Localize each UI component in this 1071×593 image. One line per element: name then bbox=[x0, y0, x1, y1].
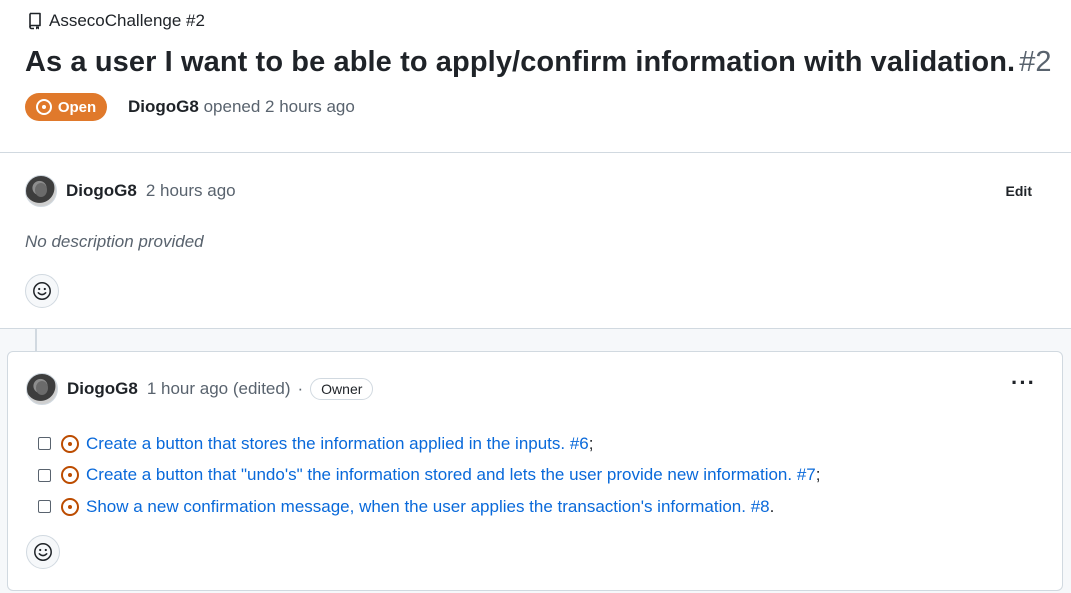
issue-open-icon bbox=[35, 99, 52, 115]
task-item: Create a button that "undo's" the inform… bbox=[38, 460, 820, 492]
owner-badge: Owner bbox=[310, 378, 374, 400]
comment-author-link[interactable]: DiogoG8 bbox=[66, 181, 137, 201]
comment-timestamp[interactable]: 1 hour ago (edited) bbox=[147, 379, 291, 399]
meta-separator: · bbox=[297, 379, 304, 398]
issue-open-icon bbox=[61, 466, 79, 485]
opened-text: opened 2 hours ago bbox=[203, 97, 355, 116]
issue-state-row: Open DiogoG8 opened 2 hours ago bbox=[25, 93, 355, 121]
task-issue-link[interactable]: Create a button that stores the informat… bbox=[86, 434, 589, 454]
repo-icon bbox=[29, 12, 41, 30]
task-suffix: ; bbox=[815, 465, 821, 485]
status-badge: Open bbox=[25, 93, 107, 121]
issue-title-text: As a user I want to be able to apply/con… bbox=[25, 46, 1016, 78]
add-reaction-button[interactable] bbox=[25, 274, 59, 308]
repo-breadcrumb[interactable]: AssecoChallenge #2 bbox=[27, 10, 205, 32]
task-checkbox[interactable] bbox=[38, 500, 51, 514]
task-item: Create a button that stores the informat… bbox=[38, 428, 820, 460]
task-checkbox[interactable] bbox=[38, 468, 51, 482]
add-reaction-button[interactable] bbox=[26, 535, 60, 569]
issue-author-link[interactable]: DiogoG8 bbox=[128, 97, 199, 116]
issue-meta: DiogoG8 opened 2 hours ago bbox=[128, 97, 355, 117]
timeline-connector bbox=[35, 329, 37, 351]
task-suffix: . bbox=[769, 496, 775, 516]
status-label: Open bbox=[57, 98, 97, 116]
smiley-icon bbox=[34, 543, 52, 561]
kebab-horizontal-icon[interactable]: ··· bbox=[1011, 372, 1036, 394]
repo-name[interactable]: AssecoChallenge #2 bbox=[49, 11, 205, 31]
task-item: Show a new confirmation message, when th… bbox=[38, 491, 820, 523]
issue-body-comment: DiogoG8 2 hours ago Edit No description … bbox=[0, 153, 1071, 329]
comment-body: No description provided bbox=[25, 232, 204, 251]
task-issue-link[interactable]: Create a button that "undo's" the inform… bbox=[86, 465, 816, 485]
task-suffix: ; bbox=[588, 433, 594, 453]
issue-open-icon bbox=[61, 497, 79, 516]
issue-number: #2 bbox=[1019, 46, 1052, 78]
comment-header: DiogoG8 1 hour ago (edited) · Owner bbox=[26, 373, 374, 405]
timeline-comment: DiogoG8 1 hour ago (edited) · Owner ··· … bbox=[7, 351, 1063, 591]
avatar[interactable] bbox=[25, 175, 57, 207]
comment-timestamp[interactable]: 2 hours ago bbox=[146, 181, 236, 201]
issue-open-icon bbox=[61, 434, 79, 453]
smiley-icon bbox=[33, 282, 51, 300]
task-list: Create a button that stores the informat… bbox=[38, 428, 820, 523]
avatar[interactable] bbox=[26, 373, 58, 405]
issue-title: As a user I want to be able to apply/con… bbox=[25, 46, 1052, 79]
comment-header: DiogoG8 2 hours ago bbox=[25, 175, 236, 207]
task-issue-link[interactable]: Show a new confirmation message, when th… bbox=[86, 497, 770, 517]
edit-button[interactable]: Edit bbox=[1006, 183, 1032, 199]
comment-author-link[interactable]: DiogoG8 bbox=[67, 379, 138, 399]
task-checkbox[interactable] bbox=[38, 437, 51, 451]
